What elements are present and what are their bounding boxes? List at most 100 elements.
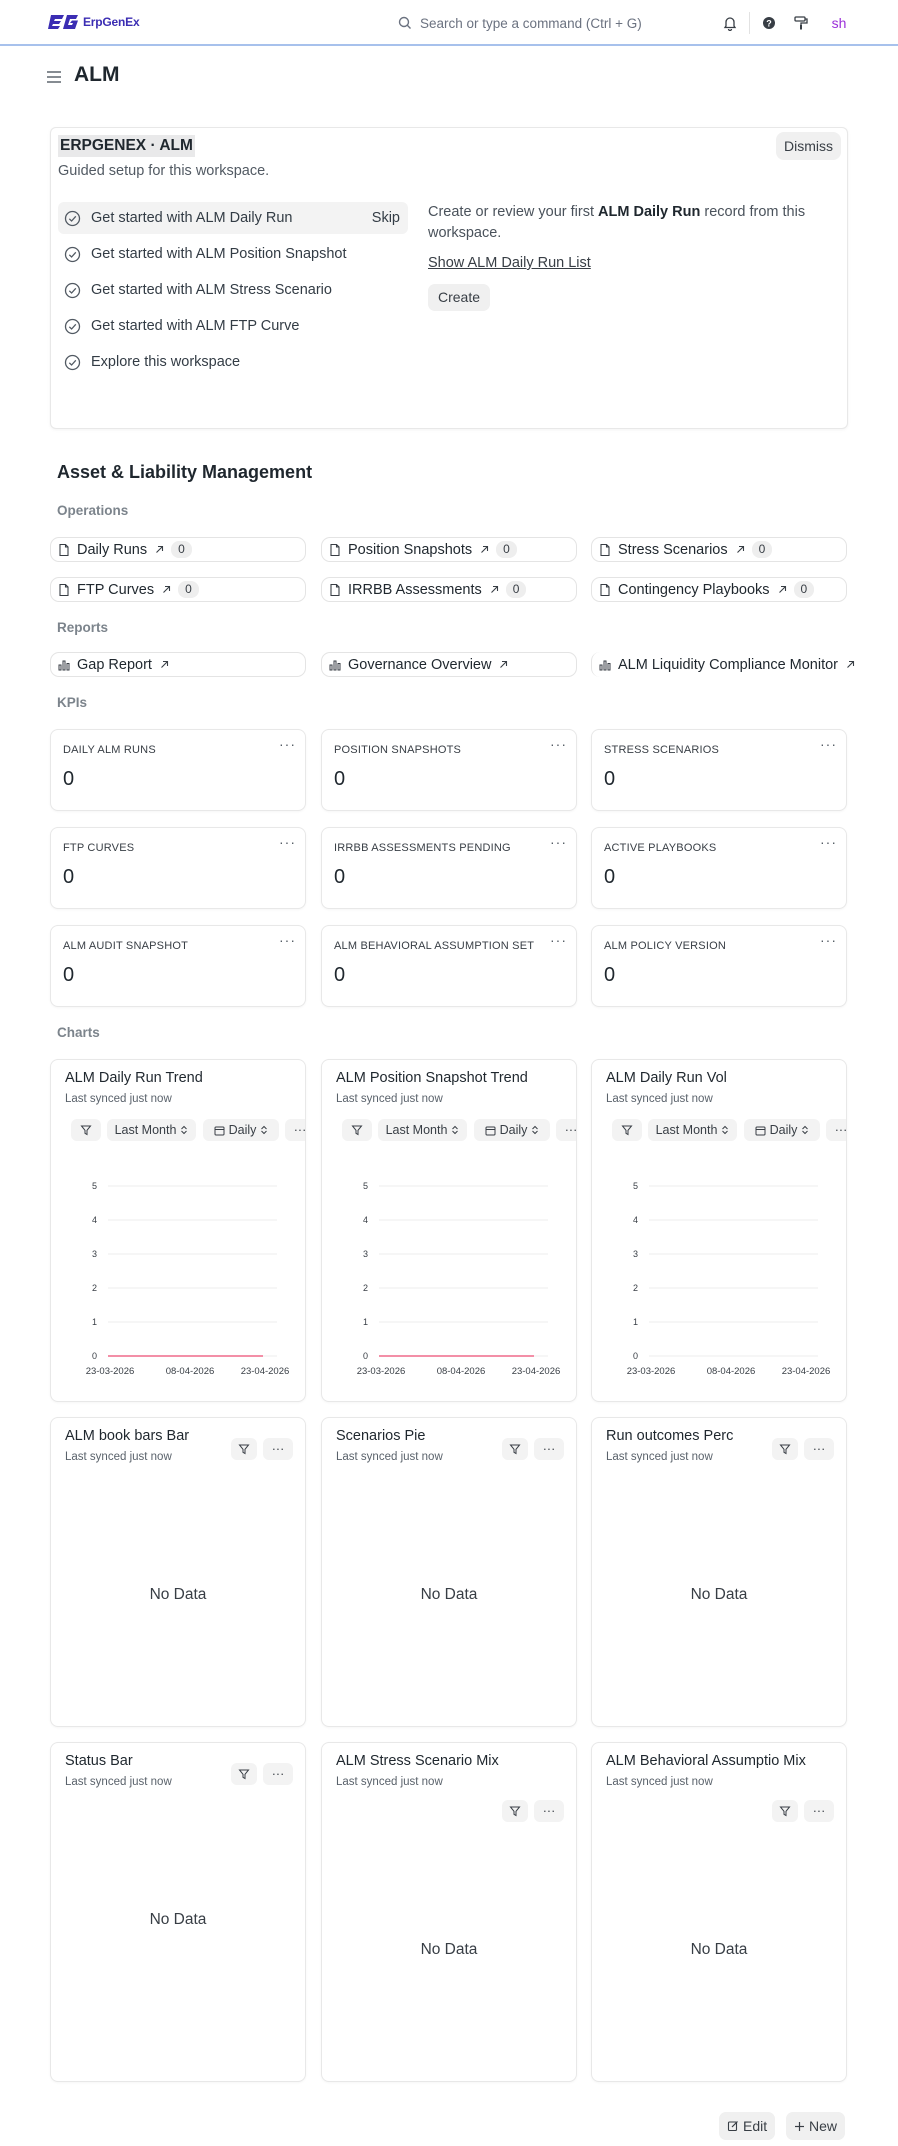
kpi-menu-button[interactable]: ··· bbox=[279, 932, 296, 948]
operation-shortcut[interactable]: Contingency Playbooks 0 bbox=[591, 577, 847, 602]
chart-menu-button[interactable]: ··· bbox=[804, 1438, 834, 1460]
kpi-menu-button[interactable]: ··· bbox=[820, 736, 837, 752]
line-chart-svg: 0 1 2 3 4 5 23-03-2026 08-04-2026 23-04-2026 bbox=[627, 1181, 831, 1377]
kpi-label: ALM BEHAVIORAL ASSUMPTION SET bbox=[334, 940, 535, 952]
menu-dots-label: ··· bbox=[271, 1767, 285, 1781]
onboarding-subtitle: Guided setup for this workspace. bbox=[58, 163, 270, 179]
report-shortcut[interactable]: Gap Report bbox=[50, 652, 306, 677]
arrow-up-right-icon bbox=[778, 585, 786, 593]
report-shortcut[interactable]: Governance Overview bbox=[321, 652, 577, 677]
help-icon[interactable]: ? bbox=[758, 12, 780, 34]
kpi-menu-button[interactable]: ··· bbox=[279, 736, 296, 752]
kpi-card: IRRBB ASSESSMENTS PENDING 0 ··· bbox=[321, 827, 577, 909]
plus-icon bbox=[795, 2121, 804, 2131]
y-tick-label: 2 bbox=[92, 1283, 97, 1293]
kpi-value: 0 bbox=[604, 964, 616, 986]
shortcut-label: FTP Curves bbox=[77, 581, 155, 598]
step-detail-text: Create or review your first ALM Daily Ru… bbox=[428, 204, 806, 241]
menu-dots-label: ··· bbox=[542, 1442, 556, 1456]
operation-shortcut[interactable]: FTP Curves 0 bbox=[50, 577, 306, 602]
document-icon bbox=[59, 583, 69, 596]
edit-button[interactable]: Edit bbox=[719, 2112, 776, 2140]
operation-shortcut[interactable]: Stress Scenarios 0 bbox=[591, 537, 847, 562]
shortcut-label: Position Snapshots bbox=[348, 541, 473, 558]
onboarding-card: ERPGENEX · ALM Guided setup for this wor… bbox=[50, 127, 848, 429]
filter-icon bbox=[238, 1769, 250, 1780]
chart-filter-button[interactable] bbox=[772, 1800, 798, 1822]
y-tick-label: 5 bbox=[633, 1181, 638, 1191]
document-icon bbox=[59, 543, 69, 556]
create-button[interactable]: Create bbox=[428, 284, 490, 311]
kpi-card: ALM AUDIT SNAPSHOT 0 ··· bbox=[50, 925, 306, 1007]
arrow-up-right-icon bbox=[736, 545, 744, 553]
filter-icon bbox=[509, 1806, 521, 1817]
x-tick-label: 08-04-2026 bbox=[707, 1366, 756, 1377]
step-label: Get started with ALM Daily Run bbox=[91, 210, 293, 226]
chart-filter-button[interactable] bbox=[772, 1438, 798, 1460]
no-data-text: No Data bbox=[149, 1911, 207, 1928]
y-tick-label: 4 bbox=[92, 1215, 97, 1225]
search-bar[interactable]: Search or type a command (Ctrl + G) bbox=[398, 12, 698, 34]
kpi-menu-button[interactable]: ··· bbox=[279, 834, 296, 850]
y-tick-label: 1 bbox=[633, 1317, 638, 1327]
kpi-menu-button[interactable]: ··· bbox=[550, 834, 567, 850]
chart-menu-button[interactable]: ··· bbox=[534, 1800, 564, 1822]
y-tick-label: 0 bbox=[363, 1351, 368, 1361]
kpi-label: POSITION SNAPSHOTS bbox=[334, 744, 462, 756]
chart-filter-button[interactable] bbox=[231, 1438, 257, 1460]
dismiss-button[interactable]: Dismiss bbox=[776, 132, 841, 160]
chart-synced-text: Last synced just now bbox=[606, 1451, 713, 1463]
chart-filter-button[interactable] bbox=[231, 1763, 257, 1785]
kpi-menu-button[interactable]: ··· bbox=[820, 932, 837, 948]
chart-title: Run outcomes Perc bbox=[606, 1428, 734, 1444]
charts-section-label: Charts bbox=[57, 1025, 100, 1040]
onboarding-step[interactable]: Get started with ALM Position Snapshot bbox=[58, 238, 408, 270]
kpi-card: ALM POLICY VERSION 0 ··· bbox=[591, 925, 847, 1007]
skip-button[interactable]: Skip bbox=[372, 210, 400, 226]
new-button[interactable]: New bbox=[786, 2112, 846, 2140]
y-tick-label: 4 bbox=[363, 1215, 368, 1225]
onboarding-step[interactable]: Get started with ALM Stress Scenario bbox=[58, 274, 408, 306]
operation-shortcut[interactable]: Daily Runs 0 bbox=[50, 537, 306, 562]
show-list-link[interactable]: Show ALM Daily Run List bbox=[428, 255, 591, 271]
onboarding-step[interactable]: Get started with ALM Daily Run Skip bbox=[58, 202, 408, 234]
kpi-menu-button[interactable]: ··· bbox=[550, 932, 567, 948]
app-logo[interactable]: ErpGenEx bbox=[47, 12, 140, 32]
chart-menu-button[interactable]: ··· bbox=[263, 1438, 293, 1460]
arrow-up-right-icon bbox=[156, 545, 164, 553]
bar-chart-icon bbox=[599, 660, 611, 670]
chart-menu-button[interactable]: ··· bbox=[804, 1800, 834, 1822]
filter-icon bbox=[238, 1444, 250, 1455]
check-circle-icon bbox=[64, 246, 81, 262]
chart-menu-button[interactable]: ··· bbox=[534, 1438, 564, 1460]
step-label: Get started with ALM FTP Curve bbox=[91, 318, 300, 334]
onboarding-step[interactable]: Explore this workspace bbox=[58, 346, 408, 378]
reports-section-label: Reports bbox=[57, 620, 109, 635]
operation-shortcut[interactable]: IRRBB Assessments 0 bbox=[321, 577, 577, 602]
onboarding-step[interactable]: Get started with ALM FTP Curve bbox=[58, 310, 408, 342]
report-shortcut[interactable]: ALM Liquidity Compliance Monitor bbox=[591, 652, 891, 677]
kpi-menu-button[interactable]: ··· bbox=[550, 736, 567, 752]
y-tick-label: 0 bbox=[92, 1351, 97, 1361]
kpi-menu-button[interactable]: ··· bbox=[820, 834, 837, 850]
x-tick-label: 08-04-2026 bbox=[166, 1366, 215, 1377]
bar-chart-icon bbox=[58, 660, 70, 670]
x-tick-label: 23-03-2026 bbox=[357, 1366, 406, 1377]
user-avatar[interactable]: sh bbox=[826, 10, 852, 36]
arrow-up-right-icon bbox=[847, 660, 855, 668]
hamburger-menu-icon[interactable] bbox=[46, 69, 62, 85]
filter-icon bbox=[779, 1444, 791, 1455]
y-tick-label: 3 bbox=[363, 1249, 368, 1259]
document-icon bbox=[330, 583, 340, 596]
chart-filter-button[interactable] bbox=[502, 1438, 528, 1460]
chart-menu-button[interactable]: ··· bbox=[263, 1763, 293, 1785]
operation-shortcut[interactable]: Position Snapshots 0 bbox=[321, 537, 577, 562]
shortcut-label: Stress Scenarios bbox=[618, 541, 728, 558]
notifications-bell-icon[interactable] bbox=[719, 12, 741, 34]
no-data-text: No Data bbox=[149, 1586, 207, 1603]
paint-roller-icon[interactable] bbox=[790, 12, 812, 34]
navbar-divider bbox=[749, 12, 750, 34]
workspace-title: Asset & Liability Management bbox=[57, 462, 313, 482]
chart-filter-button[interactable] bbox=[502, 1800, 528, 1822]
svg-text:?: ? bbox=[766, 19, 772, 29]
